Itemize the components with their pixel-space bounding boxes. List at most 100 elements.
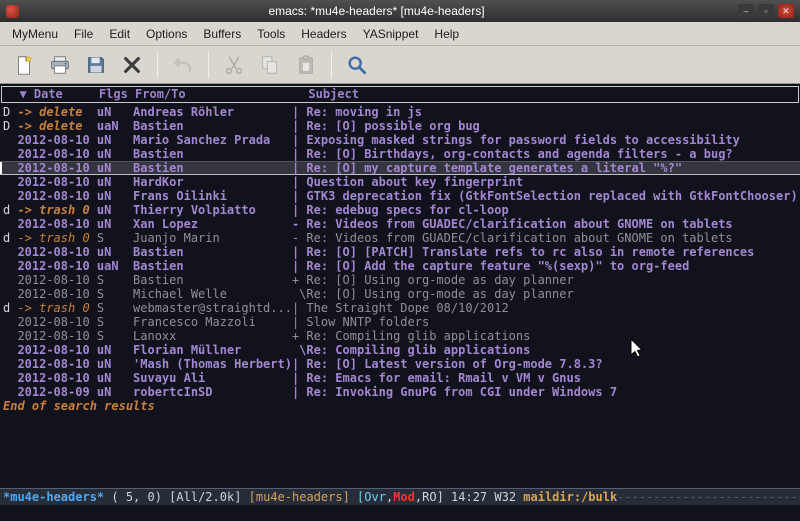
msg-mark <box>3 385 17 399</box>
message-row[interactable]: 2012-08-09uNrobertcInSD|Re: Invoking Gnu… <box>0 385 800 399</box>
msg-date: 2012-08-10 <box>17 357 96 371</box>
msg-subject: Slow NNTP folders <box>306 315 800 329</box>
modeline: *mu4e-headers* ( 5, 0) [All/2.0k] [mu4e-… <box>0 488 800 505</box>
msg-mark <box>3 133 17 147</box>
menu-options[interactable]: Options <box>138 24 195 44</box>
toolbar-separator <box>208 52 209 78</box>
msg-date: -> trash 0 <box>17 203 96 217</box>
msg-flags: uN <box>97 371 133 385</box>
header-col-flags[interactable]: Flgs <box>99 87 135 102</box>
msg-mark <box>3 161 17 175</box>
message-row[interactable]: 2012-08-10uNHardKor|Question about key f… <box>0 175 800 189</box>
msg-date: -> delete <box>17 119 96 133</box>
msg-sep: | <box>292 315 306 329</box>
msg-from: Mario Sanchez Prada <box>133 133 292 147</box>
msg-mark: d <box>3 203 17 217</box>
modeline-dashes: ---------------------------- <box>617 490 800 504</box>
search-button[interactable] <box>341 50 373 80</box>
message-row[interactable]: 2012-08-10uN'Mash (Thomas Herbert)|Re: [… <box>0 357 800 371</box>
modeline-plain: ] <box>437 490 451 504</box>
msg-flags: uN <box>97 189 133 203</box>
message-row[interactable]: 2012-08-10SMichael Welle \Re: [O] Using … <box>0 287 800 301</box>
app-icon <box>6 5 19 18</box>
msg-subject: Re: [O] Add the capture feature "%(sexp)… <box>306 259 800 273</box>
msg-subject: Re: moving in js <box>306 105 800 119</box>
menu-mymenu[interactable]: MyMenu <box>4 24 66 44</box>
menu-tools[interactable]: Tools <box>249 24 293 44</box>
msg-mark: d <box>3 301 17 315</box>
save-icon <box>85 54 107 76</box>
menu-help[interactable]: Help <box>426 24 467 44</box>
msg-subject: Question about key fingerprint <box>306 175 800 189</box>
msg-sep: - <box>292 217 306 231</box>
msg-subject: Re: Invoking GnuPG from CGI under Window… <box>306 385 800 399</box>
msg-mark <box>3 273 17 287</box>
msg-date: -> trash 0 <box>17 231 96 245</box>
menu-edit[interactable]: Edit <box>101 24 138 44</box>
msg-flags: S <box>97 301 133 315</box>
maximize-button[interactable]: ▫ <box>758 4 774 18</box>
msg-mark <box>3 175 17 189</box>
msg-flags: uaN <box>97 119 133 133</box>
header-col-from[interactable]: From/To <box>135 87 294 102</box>
new-file-button[interactable] <box>8 50 40 80</box>
msg-date: 2012-08-10 <box>17 259 96 273</box>
cut-button <box>218 50 250 80</box>
msg-date: 2012-08-10 <box>17 133 96 147</box>
msg-sep: | <box>292 385 306 399</box>
msg-flags: uN <box>97 147 133 161</box>
msg-subject: Re: [O] my capture template generates a … <box>306 161 800 175</box>
save-button[interactable] <box>80 50 112 80</box>
message-row[interactable]: 2012-08-10uaNBastien|Re: [O] Add the cap… <box>0 259 800 273</box>
message-row[interactable]: 2012-08-10uNFlorian Müllner \Re: Compili… <box>0 343 800 357</box>
echo-area[interactable] <box>0 505 800 521</box>
modeline-ovr: Ovr <box>364 490 386 504</box>
msg-mark: d <box>3 231 17 245</box>
menu-headers[interactable]: Headers <box>293 24 354 44</box>
modeline-mod: Mod <box>393 490 415 504</box>
header-col-date[interactable]: ▼ Date <box>19 87 98 102</box>
message-row[interactable]: d-> trash 0SJuanjo Marin-Re: Videos from… <box>0 231 800 245</box>
message-row[interactable]: 2012-08-10uNBastien|Re: [O] [PATCH] Tran… <box>0 245 800 259</box>
msg-subject: Re: [O] Using org-mode as day planner <box>306 273 800 287</box>
message-row[interactable]: D-> deleteuaNBastien|Re: [O] possible or… <box>0 119 800 133</box>
menu-file[interactable]: File <box>66 24 101 44</box>
msg-subject: The Straight Dope 08/10/2012 <box>306 301 800 315</box>
msg-from: Bastien <box>133 147 292 161</box>
msg-sep: | <box>292 175 306 189</box>
message-row[interactable]: d-> trash 0Swebmaster@straightd...|The S… <box>0 301 800 315</box>
message-row[interactable]: 2012-08-10uNXan Lopez-Re: Videos from GU… <box>0 217 800 231</box>
msg-sep: | <box>292 259 306 273</box>
message-row[interactable]: 2012-08-10uNMario Sanchez Prada|Exposing… <box>0 133 800 147</box>
message-row[interactable]: 2012-08-10uNFrans Oilinki|GTK3 deprecati… <box>0 189 800 203</box>
message-row[interactable]: 2012-08-10SBastien+Re: [O] Using org-mod… <box>0 273 800 287</box>
msg-sep: + <box>292 329 306 343</box>
close-icon <box>121 54 143 76</box>
msg-date: 2012-08-10 <box>17 161 96 175</box>
message-row[interactable]: d-> trash 0uNThierry Volpiatto|Re: edebu… <box>0 203 800 217</box>
message-row[interactable]: 2012-08-10uNBastien|Re: [O] my capture t… <box>0 161 800 175</box>
message-row[interactable]: 2012-08-10uNBastien|Re: [O] Birthdays, o… <box>0 147 800 161</box>
header-col-subject[interactable]: Subject <box>308 87 798 102</box>
modeline-ro: RO <box>422 490 436 504</box>
menu-buffers[interactable]: Buffers <box>195 24 249 44</box>
close-button[interactable]: ✕ <box>778 4 794 18</box>
msg-flags: S <box>97 231 133 245</box>
msg-date: -> trash 0 <box>17 301 96 315</box>
toolbar <box>0 46 800 84</box>
msg-from: Lanoxx <box>133 329 292 343</box>
menu-yasnippet[interactable]: YASnippet <box>355 24 427 44</box>
msg-sep: | <box>292 357 306 371</box>
titlebar: emacs: *mu4e-headers* [mu4e-headers] –▫✕ <box>0 0 800 22</box>
message-row[interactable]: 2012-08-10uNSuvayu Ali|Re: Emacs for ema… <box>0 371 800 385</box>
print-button[interactable] <box>44 50 76 80</box>
message-row[interactable]: 2012-08-10SLanoxx+Re: Compiling glib app… <box>0 329 800 343</box>
msg-date: 2012-08-10 <box>17 189 96 203</box>
msg-from: Bastien <box>133 259 292 273</box>
msg-date: 2012-08-10 <box>17 245 96 259</box>
close-button[interactable] <box>116 50 148 80</box>
message-row[interactable]: D-> deleteuNAndreas Röhler|Re: moving in… <box>0 105 800 119</box>
msg-mark <box>3 343 17 357</box>
minimize-button[interactable]: – <box>738 4 754 18</box>
message-row[interactable]: 2012-08-10SFrancesco Mazzoli|Slow NNTP f… <box>0 315 800 329</box>
